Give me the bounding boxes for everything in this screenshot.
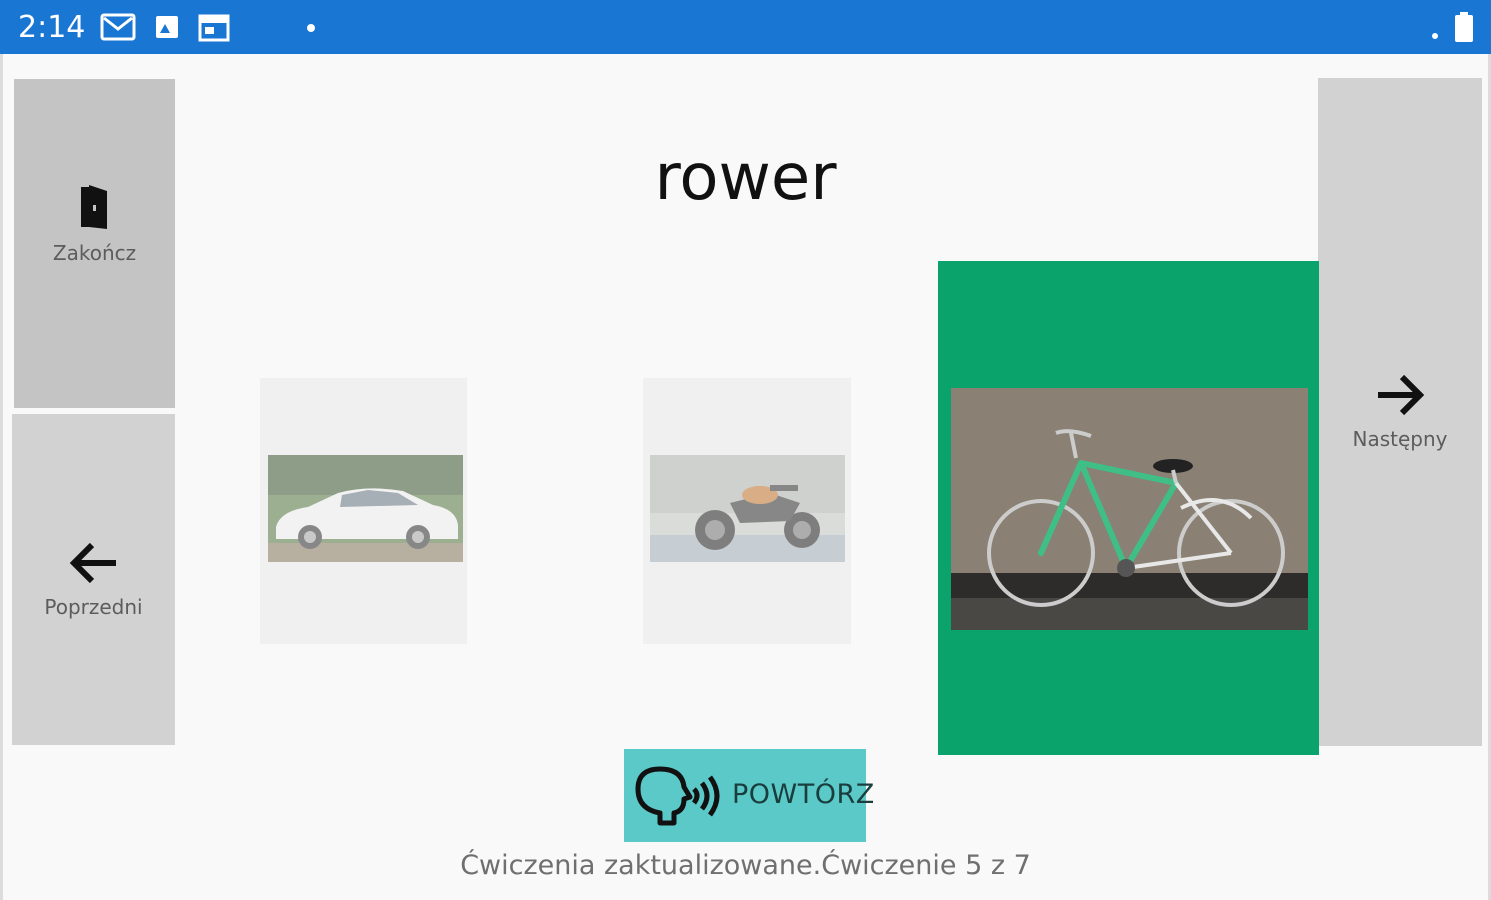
arrow-left-icon — [69, 542, 116, 583]
option-card-car[interactable] — [260, 378, 467, 644]
speaking-head-icon — [635, 766, 720, 826]
car-image — [268, 455, 463, 562]
target-word: rower — [654, 141, 837, 215]
next-label: Następny — [1352, 427, 1448, 451]
battery-icon — [1455, 12, 1473, 42]
option-card-bicycle[interactable] — [938, 261, 1319, 755]
status-time: 2:14 — [18, 10, 86, 45]
finish-label: Zakończ — [52, 240, 137, 265]
option-card-motorcycle[interactable] — [643, 378, 851, 644]
arrow-right-icon — [1378, 374, 1425, 416]
status-bar: 2:14 — [0, 0, 1491, 54]
photo-icon — [156, 16, 178, 38]
finish-button[interactable]: Zakończ — [14, 79, 175, 408]
repeat-label: POWTÓRZ — [732, 779, 875, 810]
motorcycle-image — [650, 455, 845, 562]
bicycle-image — [951, 388, 1308, 630]
signal-icon — [1432, 33, 1438, 39]
repeat-button[interactable]: POWTÓRZ — [624, 749, 874, 842]
dot-icon — [307, 24, 315, 32]
previous-button[interactable]: Poprzedni — [12, 414, 175, 745]
exercise-status-text: Ćwiczenia zaktualizowane.Ćwiczenie 5 z 7 — [460, 850, 1031, 881]
gmail-icon — [100, 13, 136, 41]
previous-label: Poprzedni — [44, 594, 143, 619]
calendar-icon — [198, 14, 230, 42]
